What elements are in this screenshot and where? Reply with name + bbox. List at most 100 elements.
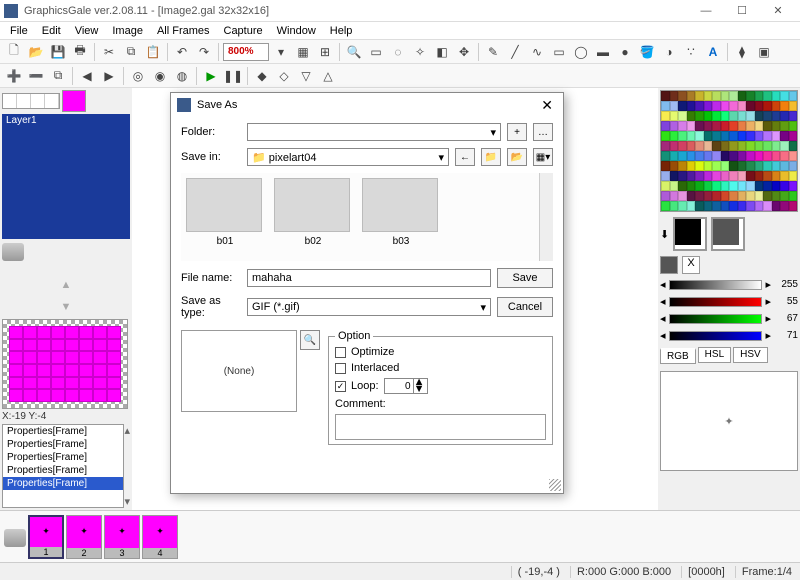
menu-edit[interactable]: Edit bbox=[36, 25, 67, 37]
preview-search-icon[interactable]: 🔍 bbox=[300, 330, 320, 350]
text-icon[interactable]: A bbox=[703, 42, 723, 62]
list-item[interactable]: Properties[Frame] bbox=[3, 425, 123, 438]
tab-hsv[interactable]: HSV bbox=[733, 347, 768, 363]
list-item[interactable]: Properties[Frame] bbox=[3, 464, 123, 477]
onion3-icon[interactable]: ◍ bbox=[172, 66, 192, 86]
menu-capture[interactable]: Capture bbox=[218, 25, 269, 37]
prev-frame-icon[interactable]: ◀ bbox=[77, 66, 97, 86]
snap-icon[interactable]: ⊞ bbox=[315, 42, 335, 62]
close-button[interactable]: ✕ bbox=[760, 1, 796, 21]
menu-allframes[interactable]: All Frames bbox=[151, 25, 216, 37]
add-frame-icon[interactable]: ➕ bbox=[4, 66, 24, 86]
view-mode-button[interactable]: ▦▾ bbox=[533, 148, 553, 166]
menu-window[interactable]: Window bbox=[271, 25, 322, 37]
menu-image[interactable]: Image bbox=[106, 25, 149, 37]
tool-d-icon[interactable]: △ bbox=[318, 66, 338, 86]
fill-icon[interactable]: 🪣 bbox=[637, 42, 657, 62]
minimize-button[interactable]: — bbox=[688, 1, 724, 21]
undo-icon[interactable]: ↶ bbox=[172, 42, 192, 62]
stamp-icon[interactable]: ▣ bbox=[754, 42, 774, 62]
spray-icon[interactable]: ∵ bbox=[681, 42, 701, 62]
properties-list[interactable]: Properties[Frame] Properties[Frame] Prop… bbox=[2, 424, 124, 508]
savein-combo[interactable]: 📁 pixelart04▾ bbox=[247, 148, 449, 166]
eyedropper-icon[interactable]: ⧫ bbox=[732, 42, 752, 62]
color-select-icon[interactable]: ◧ bbox=[432, 42, 452, 62]
swatch-arrow-icon[interactable]: ⬇ bbox=[660, 228, 669, 241]
swatch-small[interactable] bbox=[660, 256, 678, 274]
resize-grip[interactable] bbox=[549, 479, 561, 491]
nav-down-icon[interactable]: ▼ bbox=[61, 301, 72, 313]
blue-slider[interactable] bbox=[669, 331, 763, 341]
nav-up-icon[interactable]: ▲ bbox=[61, 279, 72, 291]
frame-cell[interactable]: ✦1 bbox=[28, 515, 64, 559]
remove-frame-icon[interactable]: ➖ bbox=[26, 66, 46, 86]
comment-input[interactable] bbox=[335, 414, 546, 440]
tool-a-icon[interactable]: ◆ bbox=[252, 66, 272, 86]
loop-checkbox[interactable]: ✓Loop: ▲▼ bbox=[335, 378, 546, 394]
play-icon[interactable]: ▶ bbox=[201, 66, 221, 86]
menu-view[interactable]: View bbox=[69, 25, 105, 37]
add-folder-button[interactable]: + bbox=[507, 123, 527, 141]
print-icon[interactable]: 🖶 bbox=[70, 42, 90, 62]
cancel-button[interactable]: Cancel bbox=[497, 297, 553, 317]
menu-file[interactable]: File bbox=[4, 25, 34, 37]
up-folder-button[interactable]: 📁 bbox=[481, 148, 501, 166]
next-frame-icon[interactable]: ▶ bbox=[99, 66, 119, 86]
copy-icon[interactable]: ⧉ bbox=[121, 42, 141, 62]
cut-icon[interactable]: ✂ bbox=[99, 42, 119, 62]
file-item[interactable]: b01 bbox=[186, 178, 264, 256]
green-slider[interactable] bbox=[669, 314, 763, 324]
file-item[interactable]: b03 bbox=[362, 178, 440, 256]
onion2-icon[interactable]: ◉ bbox=[150, 66, 170, 86]
slider-caret-icon[interactable]: ◂ bbox=[660, 278, 666, 291]
file-item[interactable]: b02 bbox=[274, 178, 352, 256]
open-file-icon[interactable]: 📂 bbox=[26, 42, 46, 62]
save-icon[interactable]: 💾 bbox=[48, 42, 68, 62]
filename-input[interactable] bbox=[247, 269, 491, 287]
frames-disk-icon[interactable] bbox=[4, 529, 26, 547]
grid-icon[interactable]: ▦ bbox=[293, 42, 313, 62]
tool-c-icon[interactable]: ▽ bbox=[296, 66, 316, 86]
layer-name[interactable]: Layer1 bbox=[2, 114, 130, 239]
select-lasso-icon[interactable]: ◌ bbox=[388, 42, 408, 62]
duplicate-frame-icon[interactable]: ⧉ bbox=[48, 66, 68, 86]
list-item[interactable]: Properties[Frame] bbox=[3, 438, 123, 451]
layer-thumbnail[interactable] bbox=[62, 90, 86, 112]
foreground-swatch[interactable] bbox=[673, 217, 707, 251]
savetype-combo[interactable]: GIF (*.gif)▾ bbox=[247, 298, 491, 316]
back-button[interactable]: ← bbox=[455, 148, 475, 166]
select-rect-icon[interactable]: ▭ bbox=[366, 42, 386, 62]
list-scrollbar[interactable]: ▴▾ bbox=[124, 424, 130, 508]
list-item-selected[interactable]: Properties[Frame] bbox=[3, 477, 123, 490]
interlaced-checkbox[interactable]: Interlaced bbox=[335, 362, 546, 374]
browse-button[interactable]: … bbox=[533, 123, 553, 141]
filled-rect-icon[interactable]: ▬ bbox=[593, 42, 613, 62]
replace-color-icon[interactable]: ◑ bbox=[659, 42, 679, 62]
curve-icon[interactable]: ∿ bbox=[527, 42, 547, 62]
file-scrollbar[interactable] bbox=[539, 173, 553, 261]
zoom-arrow-icon[interactable]: ▾ bbox=[271, 42, 291, 62]
magic-wand-icon[interactable]: ✧ bbox=[410, 42, 430, 62]
color-palette[interactable] bbox=[660, 90, 798, 212]
new-folder-button[interactable]: 📂 bbox=[507, 148, 527, 166]
optimize-checkbox[interactable]: Optimize bbox=[335, 346, 546, 358]
swatch-x[interactable]: X bbox=[682, 256, 700, 274]
canvas-preview[interactable] bbox=[2, 319, 128, 409]
filled-oval-icon[interactable]: ● bbox=[615, 42, 635, 62]
red-slider[interactable] bbox=[669, 297, 763, 307]
rect-icon[interactable]: ▭ bbox=[549, 42, 569, 62]
tab-rgb[interactable]: RGB bbox=[660, 348, 696, 364]
paste-icon[interactable]: 📋 bbox=[143, 42, 163, 62]
frame-cell[interactable]: ✦4 bbox=[142, 515, 178, 559]
line-icon[interactable]: ╱ bbox=[505, 42, 525, 62]
loop-spinner[interactable]: ▲▼ bbox=[384, 378, 428, 394]
layer-visibility-icons[interactable] bbox=[2, 93, 60, 109]
menu-help[interactable]: Help bbox=[324, 25, 359, 37]
move-icon[interactable]: ✥ bbox=[454, 42, 474, 62]
magnifier-icon[interactable]: 🔍 bbox=[344, 42, 364, 62]
maximize-button[interactable]: ☐ bbox=[724, 1, 760, 21]
new-file-icon[interactable]: 🗋 bbox=[4, 42, 24, 62]
tool-b-icon[interactable]: ◇ bbox=[274, 66, 294, 86]
folder-combo[interactable]: ▾ bbox=[247, 123, 501, 141]
onion-icon[interactable]: ◎ bbox=[128, 66, 148, 86]
